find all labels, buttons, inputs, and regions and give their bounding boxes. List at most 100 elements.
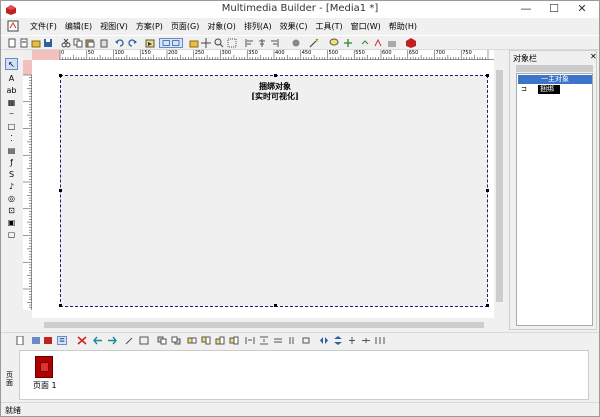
rectangle-tool-icon[interactable]: □ (5, 120, 18, 132)
copy-icon[interactable] (73, 38, 83, 48)
page-new-icon[interactable] (15, 336, 25, 345)
resize-handle[interactable] (274, 74, 277, 77)
align-bottom-icon[interactable] (215, 336, 225, 345)
next-page-icon[interactable] (107, 336, 117, 345)
script-icon[interactable] (361, 38, 371, 48)
menu-page[interactable]: 页面(G) (167, 21, 203, 32)
build-icon[interactable] (387, 38, 397, 48)
previous-page-icon[interactable] (93, 336, 103, 345)
same-width-icon[interactable] (273, 336, 283, 345)
tree-item[interactable]: ⊐ 捆绑 (518, 85, 592, 94)
grid-icon[interactable] (227, 38, 237, 48)
paste-icon[interactable] (85, 38, 95, 48)
menu-arrange[interactable]: 排列(A) (240, 21, 276, 32)
object-tree[interactable]: 一主对象 ⊐ 捆绑 (516, 73, 593, 326)
resize-handle[interactable] (59, 189, 62, 192)
align-top-icon[interactable] (201, 336, 211, 345)
center-h-icon[interactable] (347, 336, 357, 345)
center-v-icon[interactable] (361, 336, 371, 345)
align-center-icon[interactable] (257, 38, 267, 48)
plugin-tool-icon[interactable]: ⊡ (5, 204, 18, 216)
object-panel-close-button[interactable]: ✕ (590, 52, 597, 61)
text-tool-icon[interactable]: A (5, 72, 18, 84)
resize-handle[interactable] (486, 304, 489, 307)
new-icon[interactable] (7, 38, 17, 48)
plus-icon[interactable] (343, 38, 353, 48)
align-left-icon[interactable] (245, 38, 255, 48)
close-button[interactable]: ✕ (569, 1, 595, 17)
resize-handle[interactable] (274, 304, 277, 307)
horizontal-scroll-thumb[interactable] (44, 322, 484, 328)
vertical-scrollbar[interactable] (494, 60, 504, 320)
formula-tool-icon[interactable]: ƒ (5, 156, 18, 168)
run-icon[interactable] (145, 38, 155, 48)
menu-effects[interactable]: 效果(C) (276, 21, 312, 32)
resize-handle[interactable] (486, 74, 489, 77)
redo-icon[interactable] (127, 38, 137, 48)
align-object-icon[interactable] (187, 336, 197, 345)
menu-view[interactable]: 视图(V) (96, 21, 132, 32)
sound-tool-icon[interactable]: ♪ (5, 180, 18, 192)
resize-handle[interactable] (486, 189, 489, 192)
maximize-button[interactable]: ☐ (541, 1, 567, 17)
save-icon[interactable] (43, 38, 53, 48)
distribute-h-icon[interactable] (245, 336, 255, 345)
undo-icon[interactable] (115, 38, 125, 48)
cut-icon[interactable] (61, 38, 71, 48)
web-tool-icon[interactable]: ◎ (5, 192, 18, 204)
group-icon[interactable] (139, 336, 149, 345)
zoom-icon[interactable] (214, 38, 224, 48)
bitmap-tool-icon[interactable]: ▦ (5, 96, 18, 108)
page-delete-icon[interactable] (77, 336, 87, 345)
same-height-icon[interactable] (287, 336, 297, 345)
circle-icon[interactable] (291, 38, 301, 48)
bundled-object-frame[interactable]: 捆绑对象 [实时可视化] (59, 74, 489, 307)
menu-file[interactable]: 文件(F) (26, 21, 61, 32)
new-template-icon[interactable] (19, 38, 29, 48)
paragraph-tool-icon[interactable]: ab (5, 84, 18, 96)
distribute-v-icon[interactable] (259, 336, 269, 345)
wizard-icon[interactable] (125, 336, 135, 345)
resize-handle[interactable] (59, 304, 62, 307)
same-size-icon[interactable] (301, 336, 311, 345)
align-middle-icon[interactable] (229, 336, 239, 345)
menu-tools[interactable]: 工具(T) (311, 21, 346, 32)
script-tool-icon[interactable]: S (5, 168, 18, 180)
move-icon[interactable] (201, 38, 211, 48)
align-right-icon[interactable] (269, 38, 279, 48)
page-list-icon[interactable] (57, 336, 67, 345)
order-front-icon[interactable] (157, 336, 167, 345)
folder-icon[interactable] (189, 38, 199, 48)
space-icon[interactable] (375, 336, 385, 345)
resize-handle[interactable] (59, 74, 62, 77)
compile-icon[interactable] (374, 38, 384, 48)
menu-object[interactable]: 对象(O) (203, 21, 240, 32)
canvas-area[interactable]: 捆绑对象 [实时可视化] (32, 60, 494, 318)
film-tool-icon[interactable]: ▤ (5, 144, 18, 156)
speech-bubble-icon[interactable] (329, 38, 339, 48)
vertical-scroll-thumb[interactable] (496, 70, 503, 302)
flip-h-icon[interactable] (319, 336, 329, 345)
menu-help[interactable]: 帮助(H) (385, 21, 421, 32)
line-tool-icon[interactable]: ⎯ (5, 108, 18, 120)
frame-tool-icon[interactable]: ▢ (5, 228, 18, 240)
wand-icon[interactable] (309, 38, 319, 48)
dots-tool-icon[interactable]: ⁚ (5, 132, 18, 144)
tree-root-item[interactable]: 一主对象 (518, 75, 592, 84)
open-icon[interactable] (31, 38, 41, 48)
horizontal-scrollbar[interactable] (32, 320, 494, 329)
page-1-thumbnail[interactable] (35, 356, 53, 378)
menu-edit[interactable]: 编辑(E) (61, 21, 96, 32)
publish-icon[interactable] (406, 38, 416, 48)
menu-project[interactable]: 方案(P) (132, 21, 167, 32)
select-tool-icon[interactable]: ↖ (5, 58, 18, 70)
document-icon[interactable] (7, 20, 19, 32)
order-back-icon[interactable] (171, 336, 181, 345)
view-mode-icon[interactable] (159, 38, 183, 48)
image-tool-icon[interactable]: ▣ (5, 216, 18, 228)
minimize-button[interactable]: — (513, 1, 539, 17)
page-props-icon[interactable] (31, 336, 41, 345)
page-duplicate-icon[interactable] (43, 336, 53, 345)
flip-v-icon[interactable] (333, 336, 343, 345)
delete-icon[interactable] (99, 38, 109, 48)
